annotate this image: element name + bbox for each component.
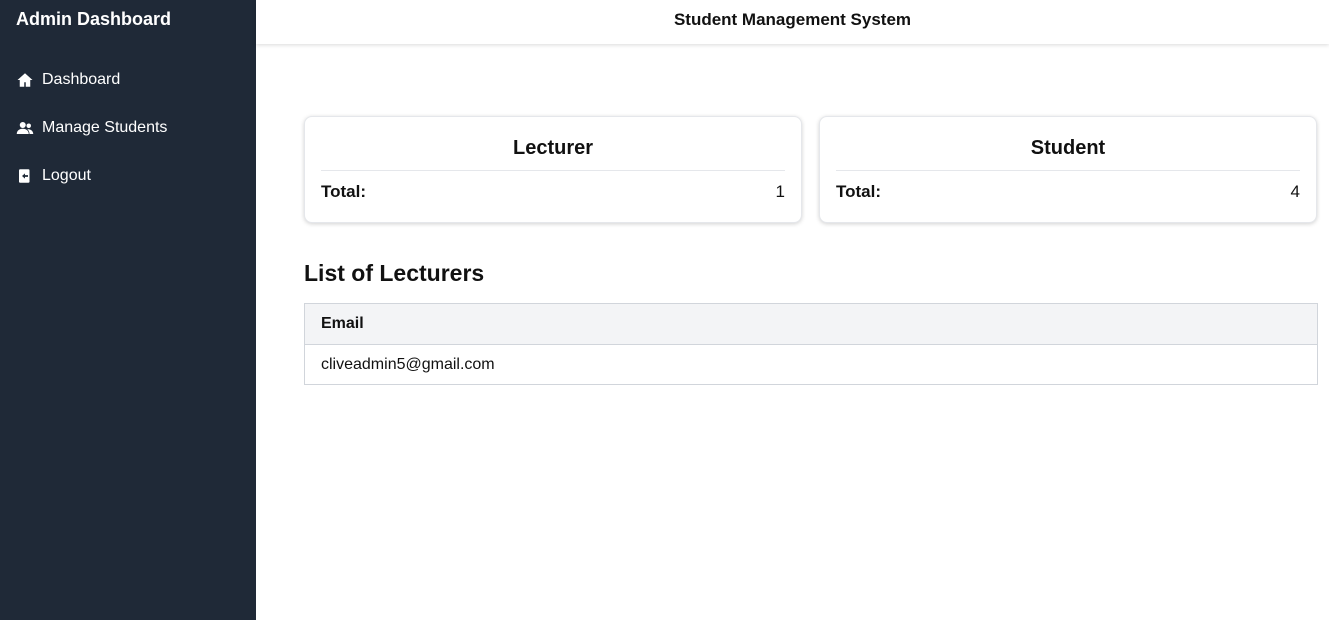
lecturer-total-value: 1 [775, 182, 785, 201]
lecturer-card-title: Lecturer [321, 135, 785, 171]
table-cell-email: cliveadmin5@gmail.com [321, 355, 495, 373]
student-card-title: Student [836, 135, 1300, 171]
table-header-email: Email [304, 303, 1318, 345]
student-total-label: Total: [836, 182, 882, 201]
sidebar-item-label: Logout [42, 167, 91, 184]
users-icon [16, 119, 34, 137]
home-icon [16, 71, 34, 89]
sidebar-item-manage-students[interactable]: Manage Students [0, 112, 256, 144]
sidebar-item-label: Manage Students [42, 119, 168, 136]
student-total-row: Total: 4 [836, 181, 1300, 203]
header: Student Management System [256, 0, 1329, 44]
student-total-value: 4 [1290, 182, 1300, 201]
lecturers-table: Email cliveadmin5@gmail.com [304, 303, 1318, 385]
sidebar-item-logout[interactable]: Logout [0, 160, 256, 192]
sidebar: Admin Dashboard Dashboard Manage Student… [0, 0, 256, 620]
table-row: cliveadmin5@gmail.com [305, 345, 1318, 385]
lecturer-total-row: Total: 1 [321, 181, 785, 203]
sidebar-nav: Dashboard Manage Students Logout [0, 64, 256, 208]
lecturers-section-title: List of Lecturers [304, 260, 485, 286]
table-header-row: Email [304, 303, 1318, 345]
sidebar-item-dashboard[interactable]: Dashboard [0, 64, 256, 96]
lecturer-total-label: Total: [321, 182, 367, 201]
sidebar-title: Admin Dashboard [16, 9, 172, 29]
page-title: Student Management System [673, 10, 912, 29]
sidebar-item-label: Dashboard [42, 71, 121, 88]
lecturer-card: Lecturer Total: 1 [304, 116, 802, 223]
student-card: Student Total: 4 [819, 116, 1317, 223]
logout-icon [16, 167, 34, 185]
